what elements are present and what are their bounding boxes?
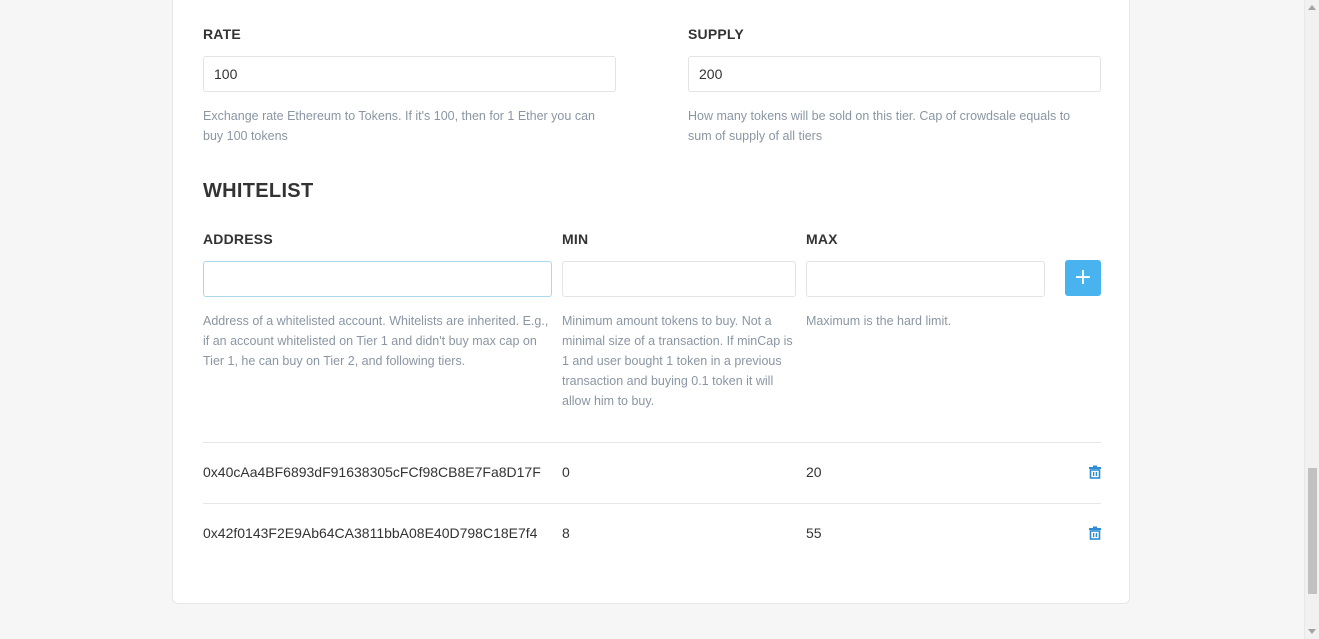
rate-hint: Exchange rate Ethereum to Tokens. If it'… bbox=[203, 109, 595, 143]
row-divider bbox=[203, 442, 1101, 443]
rate-input[interactable] bbox=[203, 56, 616, 92]
scroll-down-icon[interactable] bbox=[1308, 629, 1316, 634]
max-input[interactable] bbox=[806, 261, 1045, 297]
max-hint: Maximum is the hard limit. bbox=[806, 314, 952, 328]
address-label: ADDRESS bbox=[203, 231, 273, 247]
row-divider bbox=[203, 503, 1101, 504]
address-input[interactable] bbox=[203, 261, 552, 297]
row-max: 20 bbox=[806, 464, 822, 480]
row-max: 55 bbox=[806, 525, 822, 541]
row-address: 0x40cAa4BF6893dF91638305cFCf98CB8E7Fa8D1… bbox=[203, 464, 541, 480]
add-whitelist-button[interactable]: + bbox=[1065, 260, 1101, 296]
trash-icon[interactable] bbox=[1088, 465, 1102, 479]
row-min: 8 bbox=[562, 525, 570, 541]
row-min: 0 bbox=[562, 464, 570, 480]
whitelist-title: WHITELIST bbox=[203, 180, 314, 202]
vertical-scrollbar[interactable] bbox=[1304, 0, 1319, 639]
scroll-thumb[interactable] bbox=[1308, 468, 1317, 594]
min-input[interactable] bbox=[562, 261, 796, 297]
max-label: MAX bbox=[806, 231, 838, 247]
row-address: 0x42f0143F2E9Ab64CA3811bbA08E40D798C18E7… bbox=[203, 525, 538, 541]
supply-hint: How many tokens will be sold on this tie… bbox=[688, 109, 1071, 143]
min-hint: Minimum amount tokens to buy. Not a mini… bbox=[562, 314, 793, 408]
supply-label: SUPPLY bbox=[688, 26, 744, 42]
scroll-up-icon[interactable] bbox=[1308, 5, 1316, 10]
trash-icon[interactable] bbox=[1088, 526, 1102, 540]
min-label: MIN bbox=[562, 231, 589, 247]
rate-label: RATE bbox=[203, 26, 241, 42]
supply-input[interactable] bbox=[688, 56, 1101, 92]
plus-icon: + bbox=[1073, 265, 1093, 290]
address-hint: Address of a whitelisted account. Whitel… bbox=[203, 314, 549, 368]
